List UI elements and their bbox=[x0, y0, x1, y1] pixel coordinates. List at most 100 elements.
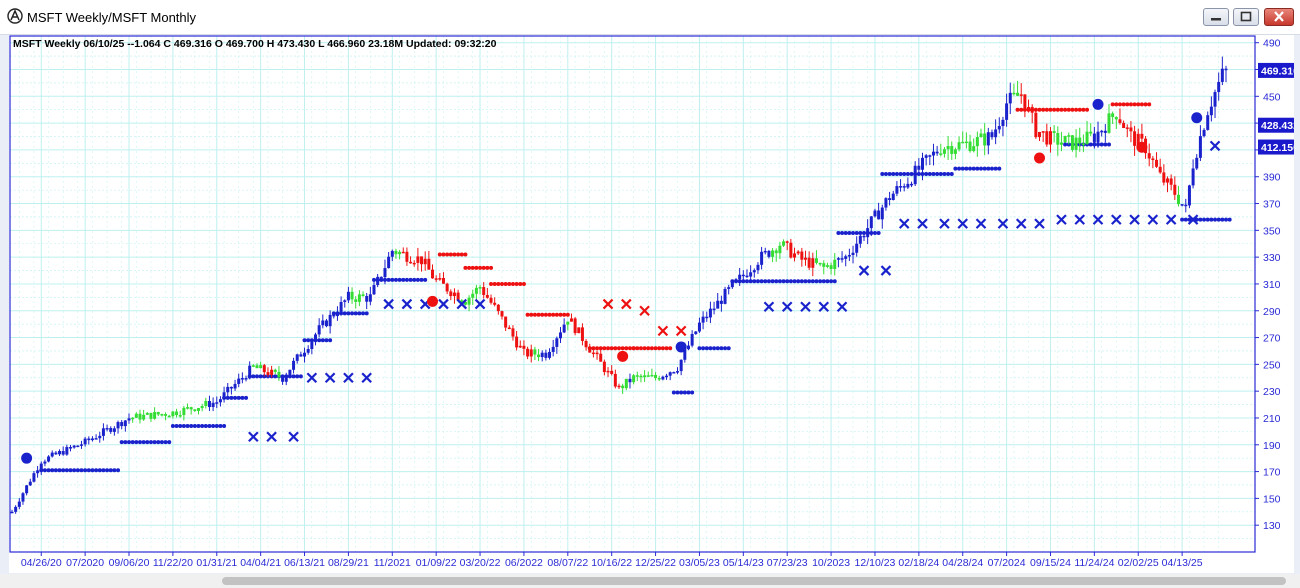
candle-body bbox=[518, 345, 522, 348]
candle-body bbox=[32, 473, 36, 482]
signal-dot bbox=[606, 346, 611, 351]
candle-body bbox=[226, 386, 230, 393]
candle-body bbox=[164, 414, 168, 416]
signal-dot bbox=[788, 279, 793, 284]
signal-dot bbox=[975, 166, 980, 171]
signal-dot bbox=[203, 424, 208, 429]
signal-x-marker bbox=[1165, 214, 1177, 225]
candle-body bbox=[902, 186, 906, 188]
candle-body bbox=[1155, 159, 1159, 167]
candle-body bbox=[953, 149, 957, 154]
candle-body bbox=[595, 352, 599, 355]
signal-dot bbox=[68, 468, 73, 473]
candle-body bbox=[368, 294, 372, 302]
candle-body bbox=[712, 308, 716, 311]
candle-body bbox=[928, 155, 932, 157]
scrollbar-thumb[interactable] bbox=[222, 577, 1286, 585]
price-chart[interactable]: 130 150 170 190 210 230 250 270 290 310 330 350 370 3… bbox=[9, 35, 1299, 573]
signal-dot bbox=[982, 166, 987, 171]
signal-dot bbox=[668, 346, 673, 351]
signal-dot bbox=[170, 424, 175, 429]
candle-body bbox=[888, 198, 892, 201]
candle-body bbox=[50, 452, 54, 457]
horizontal-scrollbar[interactable] bbox=[0, 574, 1300, 588]
candle-body bbox=[251, 365, 255, 367]
app-logo-icon bbox=[7, 8, 23, 24]
candle-body bbox=[961, 141, 965, 144]
candle-body bbox=[774, 250, 778, 254]
candle-body bbox=[416, 256, 420, 263]
signal-x-marker bbox=[1147, 214, 1159, 225]
signal-dot bbox=[938, 172, 943, 177]
maximize-button[interactable] bbox=[1233, 8, 1259, 26]
signal-dot bbox=[163, 440, 168, 445]
x-tick-label: 11/22/20 bbox=[153, 557, 193, 569]
candle-body bbox=[438, 278, 442, 280]
candle-body bbox=[957, 142, 961, 150]
signal-x-marker bbox=[836, 301, 848, 313]
signal-dot bbox=[536, 312, 541, 317]
candle-body bbox=[17, 501, 21, 507]
x-tick-label: 07/23/23 bbox=[767, 557, 808, 569]
candle-body bbox=[1085, 131, 1089, 144]
signal-dot bbox=[1052, 107, 1057, 112]
candle-body bbox=[782, 241, 786, 246]
signal-dot bbox=[408, 277, 413, 282]
candle-body bbox=[807, 257, 811, 268]
candle-body bbox=[328, 314, 332, 327]
candle-body bbox=[617, 385, 621, 388]
candle-body bbox=[1162, 172, 1166, 183]
signal-dot bbox=[715, 346, 720, 351]
x-tick-label: 09/15/24 bbox=[1030, 557, 1071, 569]
signal-dot bbox=[419, 277, 424, 282]
candle-body bbox=[1078, 137, 1082, 144]
signal-dot bbox=[229, 395, 234, 400]
candle-body bbox=[1005, 103, 1009, 120]
x-tick-label: 11/24/24 bbox=[1074, 557, 1114, 569]
candle-body bbox=[390, 250, 394, 257]
signal-dot bbox=[159, 440, 164, 445]
candle-body bbox=[646, 375, 650, 377]
candle-body bbox=[880, 207, 884, 220]
signal-dot bbox=[211, 424, 216, 429]
signal-dot bbox=[843, 231, 848, 236]
close-button[interactable] bbox=[1264, 8, 1294, 26]
candle-body bbox=[1118, 119, 1122, 123]
candle-body bbox=[522, 345, 526, 349]
chart-area[interactable]: 130 150 170 190 210 230 250 270 290 310 330 350 370 3… bbox=[9, 35, 1299, 573]
signal-dot bbox=[1099, 142, 1104, 147]
candle-body bbox=[200, 405, 204, 409]
signal-dot bbox=[1066, 107, 1071, 112]
signal-dot bbox=[1198, 217, 1203, 222]
candle-body bbox=[979, 133, 983, 138]
candle-body bbox=[851, 252, 855, 256]
candle-body bbox=[335, 313, 339, 317]
candle-body bbox=[1012, 92, 1016, 95]
signal-dot bbox=[101, 468, 106, 473]
candle-body bbox=[142, 414, 146, 420]
candle-body bbox=[818, 262, 822, 265]
signal-dot bbox=[372, 277, 377, 282]
candle-body bbox=[387, 256, 391, 269]
candle-body bbox=[665, 375, 669, 378]
signal-dot bbox=[1202, 217, 1207, 222]
signal-dot bbox=[763, 279, 768, 284]
candle-body bbox=[921, 157, 924, 170]
candle-body bbox=[577, 327, 581, 334]
candle-body bbox=[1100, 130, 1104, 133]
candle-body bbox=[1074, 137, 1078, 150]
minimize-button[interactable] bbox=[1203, 8, 1229, 26]
candle-body bbox=[1048, 131, 1052, 145]
signal-dot bbox=[291, 374, 296, 379]
signal-dot bbox=[946, 172, 951, 177]
candle-body bbox=[153, 412, 157, 419]
candle-body bbox=[825, 265, 829, 267]
signal-dot bbox=[50, 468, 55, 473]
signal-dot bbox=[185, 424, 190, 429]
candle-body bbox=[14, 506, 18, 512]
candle-body bbox=[207, 400, 211, 408]
candle-body bbox=[21, 493, 25, 502]
candle-body bbox=[676, 371, 680, 373]
candle-body bbox=[544, 352, 548, 358]
signal-dot bbox=[686, 390, 691, 395]
